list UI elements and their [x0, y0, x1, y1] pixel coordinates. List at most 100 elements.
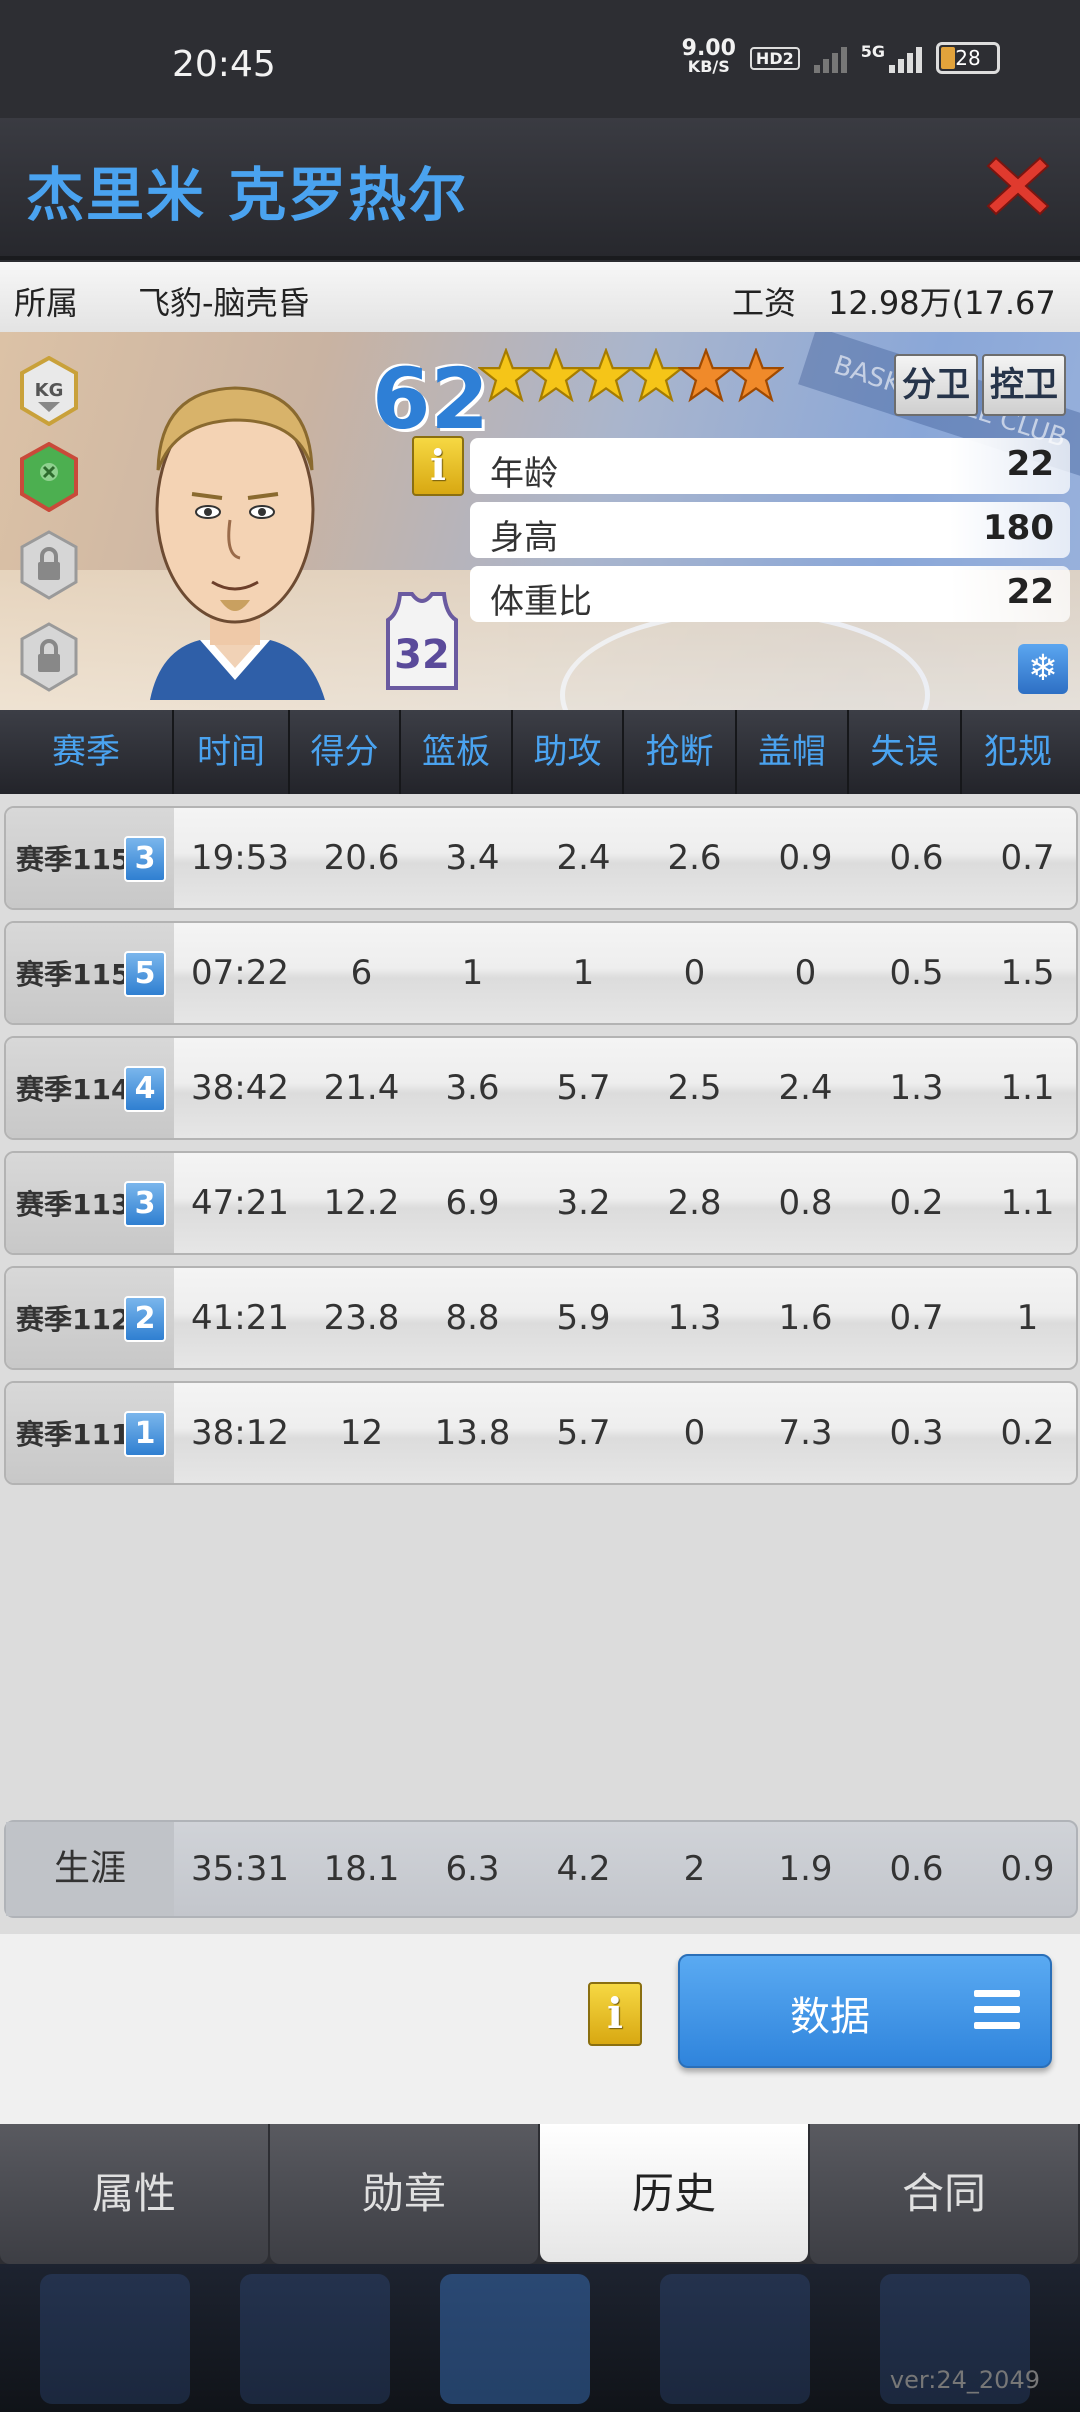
- stat-cells: 38:42 21.4 3.6 5.7 2.5 2.4 1.3 1.1: [174, 1038, 1076, 1138]
- stat-steals: 0: [683, 953, 706, 993]
- net-speed-unit: KB/S: [687, 57, 730, 76]
- table-row[interactable]: 赛季113 3 47:21 12.2 6.9 3.2 2.8 0.8 0.2 1…: [4, 1151, 1078, 1255]
- stat-steals: 2.5: [667, 1068, 722, 1108]
- season-label: 赛季112: [16, 1303, 131, 1336]
- col-header-steals[interactable]: 抢断: [624, 710, 737, 794]
- attr-value: 180: [983, 508, 1054, 548]
- table-row[interactable]: 赛季115 3 19:53 20.6 3.4 2.4 2.6 0.9 0.6 0…: [4, 806, 1078, 910]
- nav-star-icon[interactable]: [40, 2274, 190, 2404]
- table-row[interactable]: 赛季112 2 41:21 23.8 8.8 5.9 1.3 1.6 0.7 1: [4, 1266, 1078, 1370]
- stat-points: 23.8: [323, 1298, 400, 1338]
- star-icon: [578, 348, 634, 403]
- data-button-label: 数据: [790, 1994, 870, 2040]
- stat-fouls: 1.1: [1000, 1183, 1055, 1223]
- stat-points: 21.4: [323, 1068, 400, 1108]
- stat-steals: 0: [683, 1413, 706, 1453]
- stat-turnovers: 0.7: [889, 1298, 944, 1338]
- tab-contract[interactable]: 合同: [810, 2124, 1078, 2264]
- svg-text:KG: KG: [35, 380, 64, 401]
- season-cell: 赛季115 5: [6, 923, 174, 1023]
- battery-level: 28: [955, 46, 981, 70]
- season-number-badge: 2: [124, 1296, 166, 1342]
- attr-value: 22: [1006, 444, 1054, 484]
- info-icon[interactable]: i: [412, 436, 464, 496]
- lock-icon[interactable]: [18, 530, 80, 600]
- star-icon: [628, 348, 684, 403]
- career-turnovers: 0.6: [889, 1849, 944, 1889]
- attr-row-weight: 体重比 22: [470, 566, 1070, 622]
- col-header-fouls[interactable]: 犯规: [962, 710, 1074, 794]
- salary-label: 工资: [732, 284, 797, 322]
- attr-label: 年龄: [490, 454, 558, 494]
- season-label: 赛季113: [16, 1188, 131, 1221]
- snowflake-icon[interactable]: ❄: [1018, 644, 1068, 694]
- season-cell: 赛季111 1: [6, 1383, 174, 1483]
- close-icon[interactable]: [986, 154, 1050, 218]
- action-bar: i 数据: [0, 1934, 1080, 2124]
- net-speed: 9.00 KB/S: [681, 36, 736, 76]
- col-header-rebounds[interactable]: 篮板: [401, 710, 513, 794]
- stat-cells: 07:22 6 1 1 0 0 0.5 1.5: [174, 923, 1076, 1023]
- green-shield-icon[interactable]: [18, 442, 80, 512]
- season-number-badge: 4: [124, 1066, 166, 1112]
- stats-table-header: 赛季 时间 得分 篮板 助攻 抢断 盖帽 失误 犯规: [0, 710, 1080, 794]
- position-tag-sg[interactable]: 分卫: [894, 354, 978, 416]
- data-button[interactable]: 数据: [678, 1954, 1052, 2068]
- player-info-bar: 所属 飞豹-脑壳昏 工资 12.98万(17.67万): [0, 262, 1080, 368]
- nav-yen-icon[interactable]: [240, 2274, 390, 2404]
- season-number-badge: 5: [124, 951, 166, 997]
- stat-time: 07:22: [191, 953, 289, 993]
- status-bar: 20:45 9.00 KB/S HD2 5G 28: [0, 0, 1080, 118]
- kg-badge-icon[interactable]: KG: [18, 356, 80, 426]
- stat-blocks: 1.6: [778, 1298, 833, 1338]
- career-points: 18.1: [323, 1849, 400, 1889]
- net-speed-value: 9.00: [681, 36, 736, 61]
- tab-history[interactable]: 历史: [540, 2124, 808, 2262]
- nav-team-icon[interactable]: [440, 2274, 590, 2404]
- attr-value: 22: [1006, 572, 1054, 612]
- col-header-turnovers[interactable]: 失误: [849, 710, 962, 794]
- title-bar: 杰里米 克罗热尔: [0, 118, 1080, 260]
- tab-attributes[interactable]: 属性: [0, 2124, 268, 2264]
- col-header-blocks[interactable]: 盖帽: [737, 710, 849, 794]
- stat-time: 47:21: [191, 1183, 289, 1223]
- stat-rebounds: 13.8: [434, 1413, 511, 1453]
- season-cell: 赛季112 2: [6, 1268, 174, 1368]
- season-cell: 赛季114 4: [6, 1038, 174, 1138]
- table-row[interactable]: 赛季111 1 38:12 12 13.8 5.7 0 7.3 0.3 0.2: [4, 1381, 1078, 1485]
- table-row[interactable]: 赛季115 5 07:22 6 1 1 0 0 0.5 1.5: [4, 921, 1078, 1025]
- stat-steals: 1.3: [667, 1298, 722, 1338]
- col-header-time[interactable]: 时间: [174, 710, 290, 794]
- stat-rebounds: 3.6: [445, 1068, 500, 1108]
- stat-assists: 5.9: [556, 1298, 611, 1338]
- career-fouls: 0.9: [1000, 1849, 1055, 1889]
- stat-assists: 5.7: [556, 1413, 611, 1453]
- lock-icon[interactable]: [18, 622, 80, 692]
- col-header-assists[interactable]: 助攻: [513, 710, 624, 794]
- data-info-icon[interactable]: i: [588, 1982, 642, 2046]
- stat-points: 12.2: [323, 1183, 400, 1223]
- stat-fouls: 0.2: [1000, 1413, 1055, 1453]
- stat-points: 20.6: [323, 838, 400, 878]
- player-avatar: [150, 386, 325, 700]
- col-header-points[interactable]: 得分: [290, 710, 401, 794]
- stat-turnovers: 0.6: [889, 838, 944, 878]
- nav-ball-icon[interactable]: [660, 2274, 810, 2404]
- tab-medals[interactable]: 勋章: [270, 2124, 538, 2264]
- stat-turnovers: 1.3: [889, 1068, 944, 1108]
- stat-steals: 2.8: [667, 1183, 722, 1223]
- position-tag-pg[interactable]: 控卫: [982, 354, 1066, 416]
- season-label: 赛季115: [16, 958, 131, 991]
- hd-icon: HD2: [749, 46, 800, 70]
- season-number-badge: 3: [124, 1181, 166, 1227]
- career-label: 生涯: [6, 1822, 174, 1916]
- stat-assists: 2.4: [556, 838, 611, 878]
- stat-fouls: 1.5: [1000, 953, 1055, 993]
- col-header-season[interactable]: 赛季: [0, 710, 174, 794]
- net-type: 5G: [860, 41, 885, 61]
- attr-row-age: 年龄 22: [470, 438, 1070, 494]
- stat-steals: 2.6: [667, 838, 722, 878]
- table-row[interactable]: 赛季114 4 38:42 21.4 3.6 5.7 2.5 2.4 1.3 1…: [4, 1036, 1078, 1140]
- stat-rebounds: 6.9: [445, 1183, 500, 1223]
- stat-rebounds: 8.8: [445, 1298, 500, 1338]
